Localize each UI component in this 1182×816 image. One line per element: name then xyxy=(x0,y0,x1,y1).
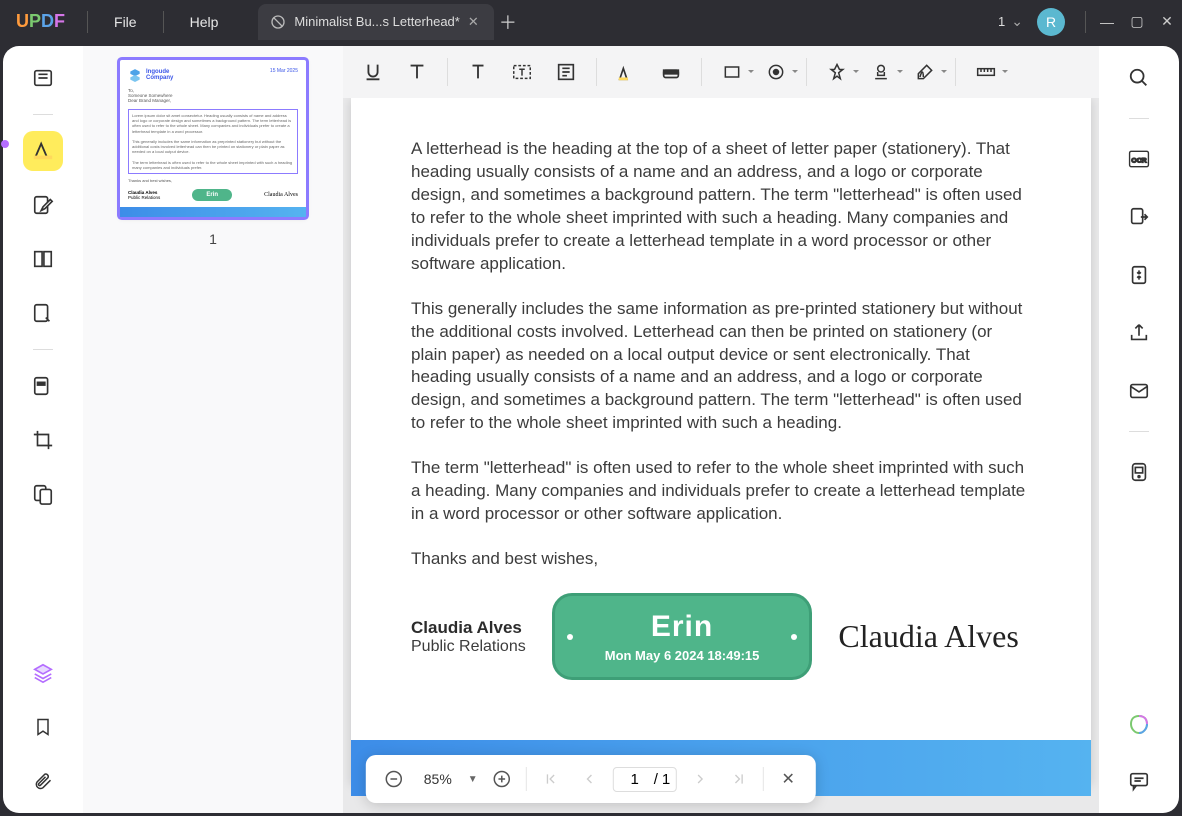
underline-tool-icon[interactable] xyxy=(353,52,393,92)
pin-icon[interactable] xyxy=(817,52,857,92)
signature-stamp[interactable]: Erin Mon May 6 2024 18:49:15 xyxy=(552,593,813,680)
page-input-box[interactable]: / 1 xyxy=(613,767,678,792)
ai-assistant-icon[interactable] xyxy=(1119,705,1159,745)
handwritten-signature: Claudia Alves xyxy=(838,618,1018,655)
document-tab[interactable]: Minimalist Bu...s Letterhead* ✕ xyxy=(258,4,493,40)
company-logo-icon xyxy=(128,68,142,82)
edit-tool-icon[interactable] xyxy=(23,185,63,225)
layers-icon[interactable] xyxy=(23,653,63,693)
document-viewport[interactable]: A letterhead is the heading at the top o… xyxy=(343,98,1099,813)
signature-icon[interactable] xyxy=(905,52,945,92)
comment-icon[interactable] xyxy=(1119,761,1159,801)
stamp-name: Erin xyxy=(605,610,760,644)
page-navigation-bar: 85% ▼ / 1 ✕ xyxy=(366,755,816,803)
first-page-icon[interactable] xyxy=(537,765,565,793)
text-callout-icon[interactable] xyxy=(458,52,498,92)
document-page: A letterhead is the heading at the top o… xyxy=(351,98,1091,783)
close-nav-icon[interactable]: ✕ xyxy=(774,765,802,793)
page-count-indicator: 1 xyxy=(998,14,1005,29)
menu-help[interactable]: Help xyxy=(170,14,239,30)
page-total: 1 xyxy=(662,771,670,788)
titlebar: UPDF File Help Minimalist Bu...s Letterh… xyxy=(0,0,1182,43)
zoom-level: 85% xyxy=(418,771,458,787)
compress-icon[interactable] xyxy=(1119,255,1159,295)
ruler-icon[interactable] xyxy=(966,52,1006,92)
textbox-icon[interactable] xyxy=(502,52,542,92)
body-paragraph: The term "letterhead" is often used to r… xyxy=(411,457,1031,526)
last-page-icon[interactable] xyxy=(725,765,753,793)
zoom-out-icon[interactable] xyxy=(380,765,408,793)
new-tab-button[interactable]: ＋ xyxy=(494,9,522,35)
text-tool-icon[interactable] xyxy=(397,52,437,92)
email-icon[interactable] xyxy=(1119,371,1159,411)
tab-icon xyxy=(270,14,286,30)
tab-title: Minimalist Bu...s Letterhead* xyxy=(294,14,459,29)
app-logo: UPDF xyxy=(0,11,81,32)
highlight-tool-icon[interactable] xyxy=(23,131,63,171)
zoom-in-icon[interactable] xyxy=(488,765,516,793)
reader-tool-icon[interactable] xyxy=(23,58,63,98)
note-icon[interactable] xyxy=(546,52,586,92)
thumbnail-panel: IngoudeCompany 15 Mar 2025 To,Someone So… xyxy=(83,46,343,813)
stamp-date: Mon May 6 2024 18:49:15 xyxy=(605,648,760,663)
share-icon[interactable] xyxy=(1119,313,1159,353)
menu-file[interactable]: File xyxy=(94,14,157,30)
convert-icon[interactable] xyxy=(1119,197,1159,237)
tab-close-icon[interactable]: ✕ xyxy=(468,14,482,30)
thumbnail-number: 1 xyxy=(107,231,319,247)
prev-page-icon[interactable] xyxy=(575,765,603,793)
shape-rect-icon[interactable] xyxy=(712,52,752,92)
user-avatar[interactable]: R xyxy=(1037,8,1065,36)
bookmark-icon[interactable] xyxy=(23,707,63,747)
organize-tool-icon[interactable] xyxy=(23,239,63,279)
body-paragraph: A letterhead is the heading at the top o… xyxy=(411,138,1031,276)
stamp-icon[interactable] xyxy=(861,52,901,92)
search-icon[interactable] xyxy=(1119,58,1159,98)
redact-tool-icon[interactable] xyxy=(23,366,63,406)
body-paragraph: This generally includes the same informa… xyxy=(411,298,1031,436)
print-icon[interactable] xyxy=(1119,452,1159,492)
svg-text:OCR: OCR xyxy=(1131,157,1146,164)
chevron-down-icon[interactable]: ⌄ xyxy=(1011,13,1023,30)
page-thumbnail[interactable]: IngoudeCompany 15 Mar 2025 To,Someone So… xyxy=(120,60,306,217)
next-page-icon[interactable] xyxy=(687,765,715,793)
zoom-dropdown-icon[interactable]: ▼ xyxy=(468,774,478,785)
right-sidebar: OCR xyxy=(1099,46,1179,813)
left-sidebar xyxy=(3,46,83,813)
eraser-icon[interactable] xyxy=(651,52,691,92)
compare-tool-icon[interactable] xyxy=(23,474,63,514)
fill-sign-tool-icon[interactable] xyxy=(23,293,63,333)
page-current-input[interactable] xyxy=(620,771,650,788)
annotation-toolbar xyxy=(343,46,1099,98)
window-minimize-icon[interactable]: — xyxy=(1092,14,1122,30)
ocr-icon[interactable]: OCR xyxy=(1119,139,1159,179)
pencil-icon[interactable] xyxy=(607,52,647,92)
active-indicator xyxy=(1,140,9,148)
crop-tool-icon[interactable] xyxy=(23,420,63,460)
attachment-icon[interactable] xyxy=(23,761,63,801)
closing-line: Thanks and best wishes, xyxy=(411,548,1031,571)
window-close-icon[interactable]: ✕ xyxy=(1152,13,1182,30)
window-maximize-icon[interactable]: ▢ xyxy=(1122,13,1152,30)
shape-circle-icon[interactable] xyxy=(756,52,796,92)
sender-role: Public Relations xyxy=(411,638,526,656)
sender-name: Claudia Alves xyxy=(411,618,526,638)
center-area: IngoudeCompany 15 Mar 2025 To,Someone So… xyxy=(83,46,1099,813)
